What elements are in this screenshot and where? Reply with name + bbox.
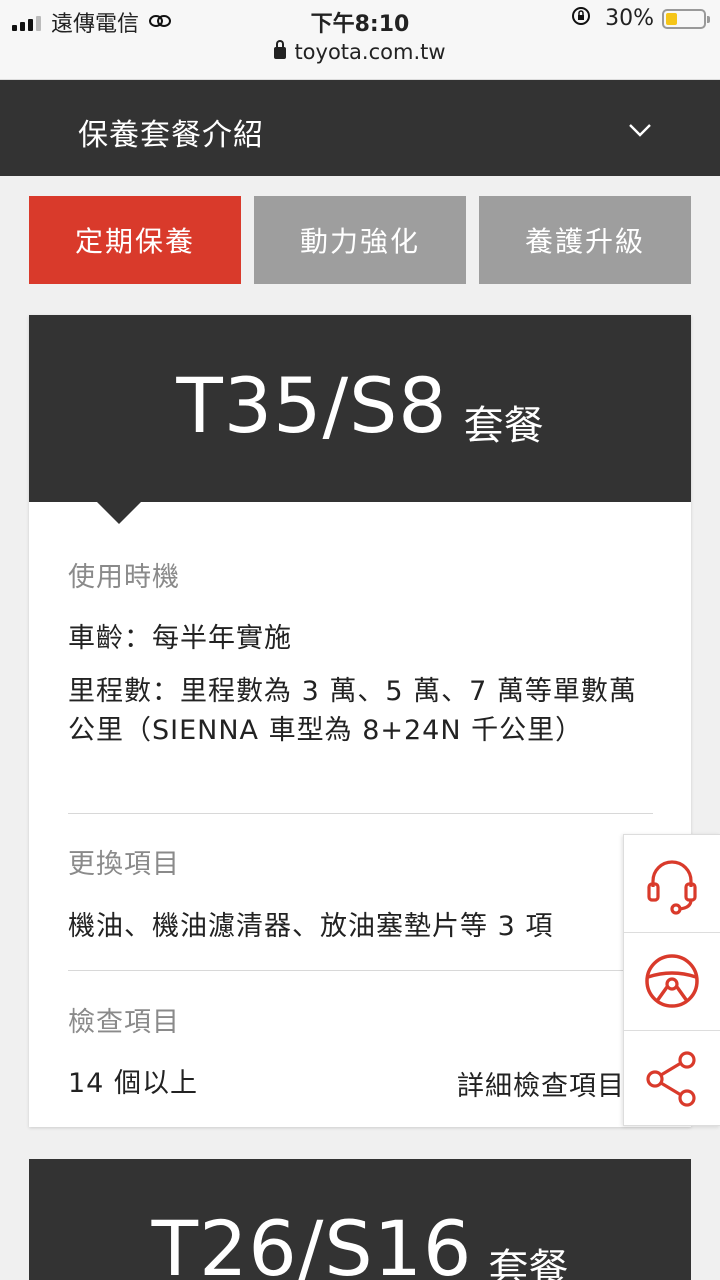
url-bar[interactable]: toyota.com.tw xyxy=(0,40,720,64)
package-code: T35/S8 xyxy=(176,361,448,450)
package-card-header: T35/S8 套餐 xyxy=(29,315,691,502)
section-title: 保養套餐介紹 xyxy=(78,118,264,153)
share-button[interactable] xyxy=(624,1030,720,1127)
headset-icon xyxy=(647,859,697,915)
status-bar: 遠傳電信 下午8:10 toyota.com.tw 30% xyxy=(0,0,720,80)
tab-power-boost[interactable]: 動力強化 xyxy=(254,196,466,284)
url-text: toyota.com.tw xyxy=(294,40,446,64)
share-icon xyxy=(646,1051,696,1107)
status-right: 30% xyxy=(571,6,710,31)
test-drive-button[interactable] xyxy=(624,932,720,1029)
battery-icon xyxy=(662,8,710,29)
steering-wheel-icon xyxy=(645,954,699,1008)
section-dropdown[interactable]: 保養套餐介紹 xyxy=(0,80,720,176)
package-2-suffix: 套餐 xyxy=(488,1246,569,1280)
package-card-2: T26/S16 套餐 xyxy=(29,1159,691,1280)
replace-label: 更換項目 xyxy=(68,849,180,880)
floating-action-panel xyxy=(623,834,720,1126)
check-label: 檢查項目 xyxy=(68,1007,180,1038)
rotation-lock-icon xyxy=(571,6,591,31)
battery-percent: 30% xyxy=(605,6,654,31)
check-count: 14 個以上 xyxy=(68,1068,198,1099)
timing-label: 使用時機 xyxy=(68,562,180,593)
lock-icon xyxy=(274,40,287,59)
detail-check-label: 詳細檢查項目 xyxy=(457,1071,625,1102)
tab-regular-maintenance[interactable]: 定期保養 xyxy=(29,196,241,284)
header-notch xyxy=(97,502,141,524)
divider xyxy=(68,813,653,814)
replace-items: 機油、機油濾清器、放油塞墊片等 3 項 xyxy=(68,911,554,942)
timing-age: 車齡：每半年實施 xyxy=(68,623,292,654)
chevron-down-icon xyxy=(629,124,651,137)
divider xyxy=(68,970,653,971)
package-suffix: 套餐 xyxy=(463,403,544,449)
timing-mileage: 里程數：里程數為 3 萬、5 萬、7 萬等單數萬公里（SIENNA 車型為 8+… xyxy=(68,676,637,746)
customer-service-button[interactable] xyxy=(624,835,720,932)
tab-care-upgrade[interactable]: 養護升級 xyxy=(479,196,691,284)
detail-check-link[interactable]: 詳細檢查項目 xyxy=(457,1064,650,1103)
package-card-2-header: T26/S16 套餐 xyxy=(29,1211,691,1280)
package-2-code: T26/S16 xyxy=(151,1204,473,1280)
package-card: T35/S8 套餐 使用時機 車齡：每半年實施 里程數：里程數為 3 萬、5 萬… xyxy=(29,315,691,1127)
